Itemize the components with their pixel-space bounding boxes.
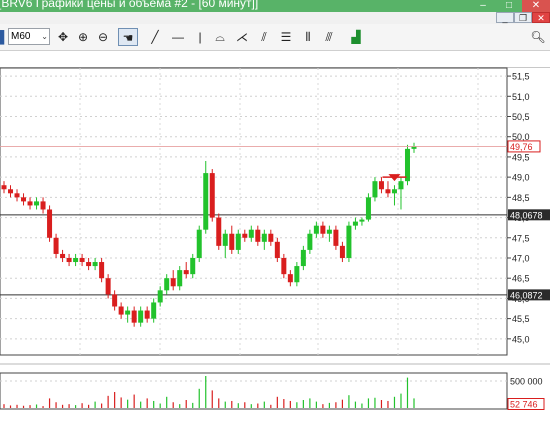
candle-up[interactable] — [346, 225, 352, 258]
candle-up[interactable] — [196, 229, 202, 258]
candle-down[interactable] — [320, 225, 326, 234]
y-tick-label: 51,0 — [512, 92, 530, 102]
candle-down[interactable] — [378, 181, 384, 190]
y-tick-label: 46,5 — [512, 274, 530, 284]
candle-down[interactable] — [131, 310, 137, 323]
candle-up[interactable] — [352, 221, 358, 226]
candle-down[interactable] — [268, 233, 274, 242]
candle-up[interactable] — [73, 257, 79, 263]
candle-up[interactable] — [190, 257, 196, 275]
candle-up[interactable] — [307, 233, 313, 250]
y-tick-label: 47,5 — [512, 233, 530, 243]
candle-up[interactable] — [391, 189, 397, 194]
y-tick-label: 48,5 — [512, 193, 530, 203]
candle-down[interactable] — [99, 262, 105, 279]
volume-current-label: 52 746 — [510, 400, 538, 410]
level-label: 46,0872 — [510, 290, 543, 300]
candle-up[interactable] — [138, 310, 144, 323]
candle-up[interactable] — [222, 233, 228, 246]
candle-down[interactable] — [170, 278, 176, 287]
y-tick-label: 45,5 — [512, 314, 530, 324]
candle-down[interactable] — [229, 233, 235, 250]
candle-up[interactable] — [248, 229, 254, 238]
candle-up[interactable] — [235, 233, 241, 250]
candle-up[interactable] — [300, 249, 306, 267]
candle-down[interactable] — [86, 262, 92, 267]
candle-down[interactable] — [385, 189, 391, 194]
candle-up[interactable] — [359, 219, 365, 222]
candle-up[interactable] — [404, 148, 410, 182]
candle-down[interactable] — [209, 173, 215, 218]
candle-down[interactable] — [144, 310, 150, 319]
candle-down[interactable] — [287, 274, 293, 283]
y-tick-label: 50,5 — [512, 112, 530, 122]
candle-down[interactable] — [14, 193, 20, 198]
candle-down[interactable] — [255, 229, 261, 242]
candle-down[interactable] — [1, 185, 7, 190]
candle-up[interactable] — [92, 262, 98, 267]
candle-down[interactable] — [40, 201, 46, 210]
candle-up[interactable] — [398, 181, 404, 190]
candle-up[interactable] — [313, 225, 319, 234]
candle-down[interactable] — [216, 217, 222, 246]
candle-up[interactable] — [294, 266, 300, 283]
candle-up[interactable] — [157, 290, 163, 303]
candle-down[interactable] — [21, 197, 27, 202]
y-tick-label: 51,5 — [512, 72, 530, 82]
price-volume-chart[interactable]: 51,551,050,550,049,549,048,548,047,547,0… — [0, 0, 550, 421]
candle-down[interactable] — [112, 294, 118, 307]
candle-down[interactable] — [333, 229, 339, 246]
volume-tick-label: 500 000 — [510, 377, 543, 387]
y-tick-label: 47,0 — [512, 253, 530, 263]
candle-down[interactable] — [183, 270, 189, 275]
candle-down[interactable] — [66, 257, 72, 263]
candle-up[interactable] — [164, 278, 170, 291]
candle-up[interactable] — [177, 270, 183, 287]
candle-up[interactable] — [365, 197, 371, 220]
current-price-label: 49,76 — [510, 142, 533, 152]
candle-up[interactable] — [34, 201, 40, 206]
candle-down[interactable] — [118, 306, 124, 315]
candle-down[interactable] — [60, 253, 66, 258]
candle-down[interactable] — [274, 241, 280, 258]
candle-down[interactable] — [339, 245, 345, 258]
candle-down[interactable] — [79, 257, 85, 263]
y-tick-label: 49,0 — [512, 173, 530, 183]
volume-panel — [0, 372, 508, 410]
candle-down[interactable] — [105, 278, 111, 295]
candle-down[interactable] — [8, 189, 14, 194]
candle-up[interactable] — [261, 233, 267, 242]
candle-up[interactable] — [326, 229, 332, 234]
candle-up[interactable] — [372, 181, 378, 198]
candle-down[interactable] — [242, 233, 248, 238]
y-tick-label: 45,0 — [512, 334, 530, 344]
level-label: 48,0678 — [510, 210, 543, 220]
y-tick-label: 49,5 — [512, 152, 530, 162]
candle-up[interactable] — [125, 310, 131, 315]
candle-down[interactable] — [281, 257, 287, 275]
candle-down[interactable] — [27, 201, 33, 206]
candle-down[interactable] — [47, 209, 53, 238]
candle-up[interactable] — [151, 302, 157, 319]
candle-up[interactable] — [203, 173, 209, 230]
candle-down[interactable] — [53, 237, 59, 254]
price-panel — [0, 67, 508, 356]
